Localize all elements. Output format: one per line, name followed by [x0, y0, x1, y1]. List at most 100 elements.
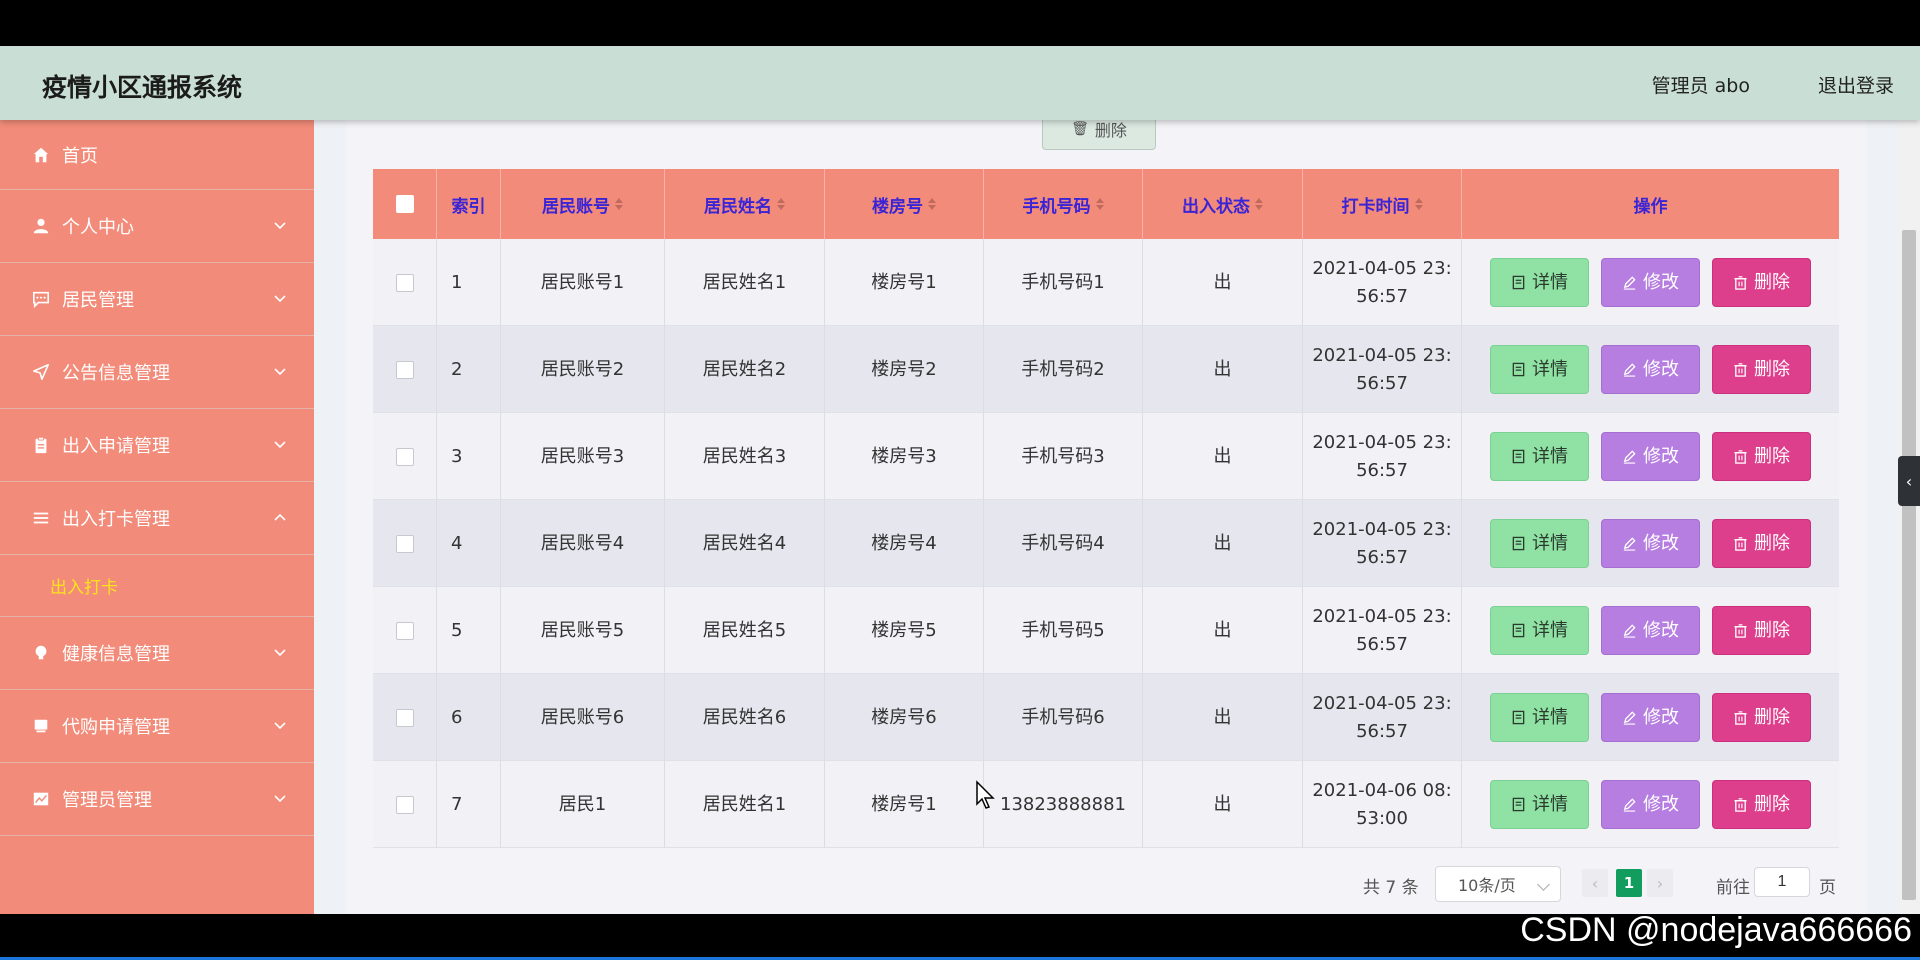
cell-phone: 手机号码5: [984, 587, 1143, 674]
row-checkbox[interactable]: [395, 795, 414, 814]
sidebar-item-purchase[interactable]: 代购申请管理: [0, 690, 314, 763]
cell-account: 居民1: [501, 761, 665, 848]
pencil-icon: [1623, 450, 1636, 464]
scrollbar-thumb[interactable]: [1902, 230, 1916, 900]
column-header-name[interactable]: 居民姓名: [665, 169, 825, 239]
sidebar-item-home[interactable]: 首页: [0, 120, 314, 190]
sort-icon[interactable]: [1095, 198, 1104, 210]
cell-building: 楼房号5: [825, 587, 984, 674]
delete-label: 删除: [1754, 445, 1790, 467]
column-header-status[interactable]: 出入状态: [1143, 169, 1303, 239]
column-header-account[interactable]: 居民账号: [501, 169, 665, 239]
row-checkbox[interactable]: [395, 534, 414, 553]
edit-button[interactable]: 修改: [1601, 432, 1700, 481]
cell-phone: 手机号码2: [984, 326, 1143, 413]
sort-icon[interactable]: [1255, 198, 1263, 210]
side-panel-toggle[interactable]: ‹: [1898, 456, 1920, 506]
document-icon: [1512, 797, 1525, 812]
sidebar-subitem-checkin[interactable]: 出入打卡: [0, 555, 314, 617]
chevron-down-icon: [274, 368, 286, 376]
delete-button[interactable]: 删除: [1712, 606, 1811, 655]
detail-button[interactable]: 详情: [1490, 432, 1589, 481]
sidebar-item-residents[interactable]: 居民管理: [0, 263, 314, 336]
table-row: 6 居民账号6 居民姓名6 楼房号6 手机号码6 出 2021-04-05 23: 56:57…: [373, 674, 1839, 761]
delete-label: 删除: [1754, 619, 1790, 641]
goto-page-input[interactable]: [1754, 867, 1810, 897]
cell-time: 2021-04-05 23: 56:57: [1303, 587, 1462, 674]
detail-button[interactable]: 详情: [1490, 345, 1589, 394]
edit-button[interactable]: 修改: [1601, 519, 1700, 568]
sidebar-item-label: 健康信息管理: [62, 644, 170, 665]
vertical-scrollbar[interactable]: [1898, 120, 1920, 914]
detail-button[interactable]: 详情: [1490, 606, 1589, 655]
detail-button[interactable]: 详情: [1490, 693, 1589, 742]
column-header-phone[interactable]: 手机号码: [984, 169, 1143, 239]
delete-label: 删除: [1754, 532, 1790, 554]
edit-button[interactable]: 修改: [1601, 780, 1700, 829]
cell-index: 4: [437, 500, 501, 587]
delete-button[interactable]: 删除: [1712, 693, 1811, 742]
app-title: 疫情小区通报系统: [42, 73, 243, 102]
prev-page-button[interactable]: ‹: [1582, 869, 1608, 897]
edit-button[interactable]: 修改: [1601, 345, 1700, 394]
goto-label: 前往: [1716, 878, 1750, 898]
row-select-cell: [373, 587, 437, 674]
column-header-building[interactable]: 楼房号: [825, 169, 984, 239]
delete-button[interactable]: 删除: [1712, 519, 1811, 568]
chevron-down-icon: [274, 222, 286, 230]
delete-button[interactable]: 删除: [1712, 432, 1811, 481]
sort-icon[interactable]: [928, 198, 936, 210]
pencil-icon: [1623, 711, 1636, 725]
chevron-down-icon: [274, 649, 286, 657]
column-label: 打卡时间: [1341, 196, 1410, 217]
delete-button[interactable]: 删除: [1712, 780, 1811, 829]
row-checkbox[interactable]: [395, 273, 414, 292]
sidebar-item-notices[interactable]: 公告信息管理: [0, 336, 314, 409]
row-checkbox[interactable]: [395, 708, 414, 727]
box-icon: [30, 715, 52, 737]
cell-phone: 13823888881: [984, 761, 1143, 848]
cell-status: 出: [1143, 674, 1303, 761]
edit-button[interactable]: 修改: [1601, 693, 1700, 742]
sort-icon[interactable]: [615, 198, 623, 210]
cell-actions: 详情 修改 删除: [1462, 500, 1839, 587]
detail-button[interactable]: 详情: [1490, 780, 1589, 829]
document-icon: [1512, 449, 1525, 464]
detail-button[interactable]: 详情: [1490, 258, 1589, 307]
delete-label: 删除: [1754, 793, 1790, 815]
cell-time-line1: 2021-04-05 23:: [1312, 692, 1452, 714]
row-checkbox[interactable]: [395, 360, 414, 379]
cell-phone: 手机号码6: [984, 674, 1143, 761]
sidebar-item-label: 出入申请管理: [62, 436, 170, 457]
page-number-current[interactable]: 1: [1616, 869, 1642, 897]
delete-label: 删除: [1754, 706, 1790, 728]
trash-icon: 🗑: [1071, 121, 1089, 137]
row-select-cell: [373, 761, 437, 848]
detail-label: 详情: [1532, 532, 1568, 554]
logout-link[interactable]: 退出登录: [1818, 71, 1894, 98]
sidebar-item-checkin-management[interactable]: 出入打卡管理: [0, 482, 314, 555]
delete-button[interactable]: 删除: [1712, 258, 1811, 307]
sidebar-item-admins[interactable]: 管理员管理: [0, 763, 314, 836]
table-body: 1 居民账号1 居民姓名1 楼房号1 手机号码1 出 2021-04-05 23: 56:57…: [373, 239, 1839, 848]
row-checkbox[interactable]: [395, 621, 414, 640]
sidebar-item-health[interactable]: 健康信息管理: [0, 617, 314, 690]
select-all-checkbox[interactable]: [395, 195, 414, 213]
delete-button[interactable]: 删除: [1712, 345, 1811, 394]
sidebar-item-access-requests[interactable]: 出入申请管理: [0, 409, 314, 482]
cell-status: 出: [1143, 587, 1303, 674]
sort-icon[interactable]: [777, 198, 785, 210]
trash-icon: [1734, 276, 1747, 290]
pencil-icon: [1623, 363, 1636, 377]
detail-button[interactable]: 详情: [1490, 519, 1589, 568]
row-select-cell: [373, 326, 437, 413]
edit-button[interactable]: 修改: [1601, 258, 1700, 307]
trash-icon: [1734, 624, 1747, 638]
next-page-button[interactable]: ›: [1647, 869, 1673, 897]
edit-button[interactable]: 修改: [1601, 606, 1700, 655]
sort-icon[interactable]: [1414, 198, 1423, 210]
row-checkbox[interactable]: [395, 447, 414, 466]
page-size-select[interactable]: 10条/页: [1435, 866, 1561, 902]
column-header-time[interactable]: 打卡时间: [1303, 169, 1462, 239]
sidebar-item-profile[interactable]: 个人中心: [0, 190, 314, 263]
